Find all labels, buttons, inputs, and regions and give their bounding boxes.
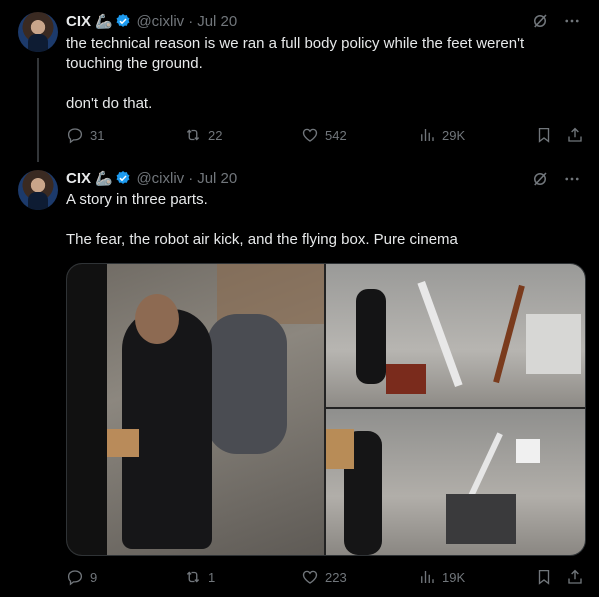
share-icon[interactable]: [566, 126, 584, 144]
like-icon: [302, 570, 318, 584]
author-handle[interactable]: @cixliv: [136, 170, 184, 187]
verified-badge-icon: [116, 14, 130, 27]
tweet-text-line: [66, 210, 581, 230]
grok-icon[interactable]: [531, 12, 549, 30]
tweet-text-line: The fear, the robot air kick, and the fl…: [66, 231, 458, 248]
retweet-button[interactable]: 22: [184, 126, 222, 144]
author-emoji: 🦾: [95, 12, 113, 29]
tweet-text: the technical reason is we ran a full bo…: [66, 34, 581, 114]
views-icon: [421, 129, 434, 141]
separator-dot: ·: [188, 169, 194, 187]
reply-icon: [67, 128, 83, 144]
more-icon[interactable]: [563, 170, 581, 188]
header-actions: [531, 12, 581, 30]
tweet-actions: 9 1 223 19K: [66, 568, 586, 588]
retweet-button[interactable]: 1: [184, 568, 215, 586]
retweet-icon: [186, 571, 200, 583]
author-name[interactable]: CIX: [66, 170, 91, 187]
reply-count: 9: [90, 569, 98, 585]
verified-badge-icon: [116, 171, 130, 184]
tweet-date[interactable]: Jul 20: [197, 13, 237, 30]
bookmark-icon[interactable]: [535, 126, 553, 144]
views-icon: [421, 571, 434, 583]
author-name[interactable]: CIX: [66, 13, 91, 30]
reply-count: 31: [90, 127, 105, 143]
tweet-text-line: the technical reason is we ran a full bo…: [66, 35, 525, 52]
reply-button[interactable]: 31: [66, 126, 104, 144]
tweet-text-line: don't do that.: [66, 95, 153, 112]
views-count: 19K: [442, 569, 466, 585]
tweet-header: CIX 🦾 @cixliv · Jul 20: [66, 11, 237, 31]
tweet-text-line: touching the ground.: [66, 55, 203, 72]
tweet-text-line: A story in three parts.: [66, 191, 208, 208]
header-actions: [531, 170, 581, 188]
avatar[interactable]: [18, 170, 58, 210]
video-thumbnail-3[interactable]: [326, 409, 585, 555]
author-handle[interactable]: @cixliv: [136, 13, 184, 30]
avatar[interactable]: [18, 12, 58, 52]
retweet-count: 22: [208, 127, 223, 143]
bookmark-icon[interactable]: [535, 568, 553, 586]
views-count: 29K: [442, 127, 466, 143]
thread-connector-line: [37, 58, 39, 162]
reply-button[interactable]: 9: [66, 568, 97, 586]
tweet-actions: 31 22 542 29K: [66, 126, 586, 146]
share-icon[interactable]: [566, 568, 584, 586]
video-thumbnail-1[interactable]: [67, 264, 324, 555]
more-icon[interactable]: [563, 12, 581, 30]
video-thumbnail-2[interactable]: [326, 264, 585, 407]
tweet-header: CIX 🦾 @cixliv · Jul 20: [66, 168, 237, 188]
retweet-count: 1: [208, 569, 216, 585]
retweet-icon: [186, 129, 200, 141]
media-grid: [66, 263, 586, 556]
views-button[interactable]: 29K: [418, 126, 465, 144]
grok-icon[interactable]: [531, 170, 549, 188]
reply-icon: [67, 570, 83, 586]
tweet-date[interactable]: Jul 20: [197, 170, 237, 187]
like-icon: [302, 128, 318, 142]
like-button[interactable]: 223: [301, 568, 347, 586]
like-count: 223: [325, 569, 347, 585]
tweet-1[interactable]: CIX 🦾 @cixliv · Jul 20 the technical rea…: [0, 0, 599, 162]
author-emoji: 🦾: [95, 169, 113, 186]
views-button[interactable]: 19K: [418, 568, 465, 586]
tweet-text-line: [66, 74, 581, 94]
like-button[interactable]: 542: [301, 126, 347, 144]
separator-dot: ·: [188, 12, 194, 30]
like-count: 542: [325, 127, 347, 143]
tweet-text: A story in three parts. The fear, the ro…: [66, 190, 581, 250]
